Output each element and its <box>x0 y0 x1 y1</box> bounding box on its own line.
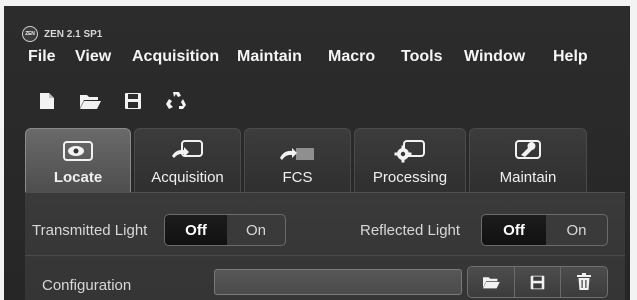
tab-icon-processing <box>392 137 428 165</box>
menu-macro[interactable]: Macro <box>328 48 401 72</box>
config-open-button[interactable] <box>468 267 515 297</box>
panel-divider <box>25 255 625 256</box>
eye-icon <box>63 141 93 161</box>
new-document-icon <box>40 93 54 109</box>
menu-maintain[interactable]: Maintain <box>237 48 328 72</box>
configuration-label: Configuration <box>42 276 132 294</box>
app-window: ZEN ZEN 2.1 SP1 File View Acquisition Ma… <box>0 0 637 300</box>
toolbar <box>34 88 206 114</box>
transmitted-light-on[interactable]: On <box>227 215 285 245</box>
delete-icon <box>577 273 592 290</box>
zen-logo: ZEN <box>22 26 38 42</box>
tab-processing[interactable]: Processing <box>354 128 466 192</box>
tab-label-maintain: Maintain <box>499 169 557 186</box>
gear-icon <box>394 140 425 163</box>
transmitted-light-toggle: Off On <box>164 214 286 246</box>
tab-label-acquisition: Acquisition <box>151 169 224 186</box>
app-title: ZEN 2.1 SP1 <box>44 28 103 40</box>
open-folder-icon <box>482 277 500 289</box>
configuration-row: Configuration <box>25 266 625 300</box>
menu-bar: File View Acquisition Maintain Macro Too… <box>28 48 597 72</box>
menu-tools[interactable]: Tools <box>401 48 464 72</box>
reflected-light-label: Reflected Light <box>360 221 461 239</box>
reflected-light-off[interactable]: Off <box>482 215 546 245</box>
tab-icon-locate <box>61 137 95 165</box>
tab-label-processing: Processing <box>372 169 448 186</box>
tab-icon-maintain <box>511 137 545 165</box>
open-folder-icon <box>80 95 101 109</box>
tab-locate[interactable]: Locate <box>25 128 131 192</box>
transmitted-light-off[interactable]: Off <box>165 215 227 245</box>
light-controls-row: Transmitted Light Off On Reflected Light… <box>25 211 625 249</box>
wrench-icon <box>515 140 541 159</box>
menu-window[interactable]: Window <box>464 48 553 72</box>
locate-panel: Transmitted Light Off On Reflected Light… <box>25 192 625 300</box>
menu-file[interactable]: File <box>28 48 75 72</box>
menu-help[interactable]: Help <box>553 48 597 72</box>
configuration-field[interactable] <box>214 269 462 295</box>
save-icon <box>125 93 141 109</box>
tab-fcs[interactable]: FCS <box>244 128 351 192</box>
tab-acquisition[interactable]: Acquisition <box>134 128 241 192</box>
open-button[interactable] <box>77 88 103 114</box>
tab-label-fcs: FCS <box>282 169 313 186</box>
save-button[interactable] <box>120 88 146 114</box>
transmitted-light-label: Transmitted Light <box>32 221 148 239</box>
acquisition-icon <box>171 140 203 158</box>
tab-icon-fcs <box>278 137 318 165</box>
title-bar: ZEN ZEN 2.1 SP1 <box>22 26 102 42</box>
tab-maintain[interactable]: Maintain <box>469 128 587 192</box>
config-save-button[interactable] <box>514 267 562 297</box>
tab-icon-acquisition <box>170 137 206 165</box>
save-icon <box>530 275 545 289</box>
config-delete-button[interactable] <box>561 267 607 297</box>
menu-acquisition[interactable]: Acquisition <box>132 48 237 72</box>
configuration-buttons <box>467 266 608 298</box>
tab-bar: Locate Acquisition FCS Processing Mainta… <box>25 128 590 194</box>
reflected-light-toggle: Off On <box>481 214 608 246</box>
reflected-light-on[interactable]: On <box>546 215 607 245</box>
fcs-icon <box>279 148 314 160</box>
tab-label-locate: Locate <box>53 169 103 186</box>
zen-logo-text: ZEN <box>25 31 35 37</box>
new-document-button[interactable] <box>34 88 60 114</box>
recycle-icon <box>166 92 186 109</box>
menu-view[interactable]: View <box>75 48 132 72</box>
recycle-button[interactable] <box>163 88 189 114</box>
